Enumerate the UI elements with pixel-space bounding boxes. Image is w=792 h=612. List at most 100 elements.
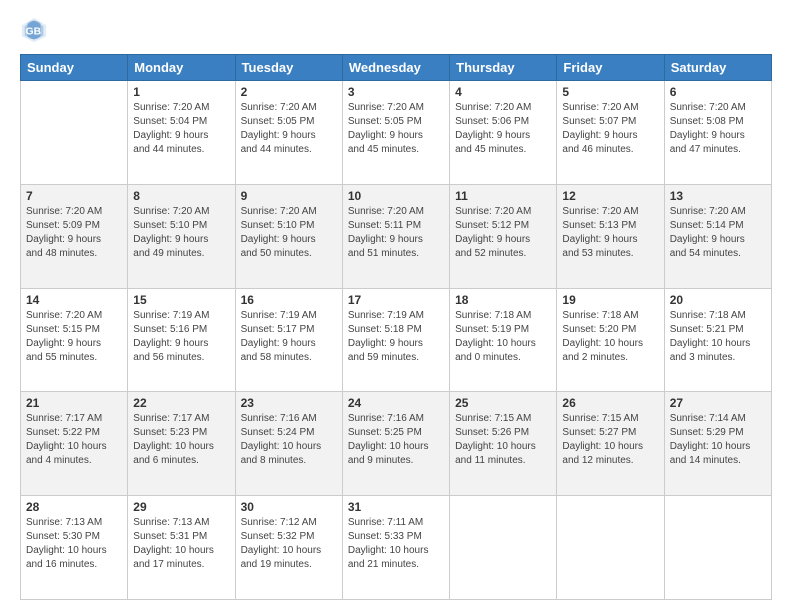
calendar-cell: 10 Sunrise: 7:20 AMSunset: 5:11 PMDayligh…: [342, 184, 449, 288]
calendar-cell: 2 Sunrise: 7:20 AMSunset: 5:05 PMDaylight…: [235, 81, 342, 185]
calendar-cell: 23 Sunrise: 7:16 AMSunset: 5:24 PMDayligh…: [235, 392, 342, 496]
day-number: 9: [241, 189, 337, 203]
day-number: 29: [133, 500, 229, 514]
day-info: Sunrise: 7:12 AMSunset: 5:32 PMDaylight:…: [241, 516, 337, 572]
week-row-3: 21 Sunrise: 7:17 AMSunset: 5:22 PMDayligh…: [21, 392, 772, 496]
calendar-cell: 29 Sunrise: 7:13 AMSunset: 5:31 PMDayligh…: [128, 496, 235, 600]
calendar-cell: 16 Sunrise: 7:19 AMSunset: 5:17 PMDayligh…: [235, 288, 342, 392]
calendar-cell: 20 Sunrise: 7:18 AMSunset: 5:21 PMDayligh…: [664, 288, 771, 392]
day-info: Sunrise: 7:20 AMSunset: 5:13 PMDaylight:…: [562, 205, 658, 261]
calendar-cell: 27 Sunrise: 7:14 AMSunset: 5:29 PMDayligh…: [664, 392, 771, 496]
calendar-header-row: SundayMondayTuesdayWednesdayThursdayFrid…: [21, 55, 772, 81]
col-header-monday: Monday: [128, 55, 235, 81]
day-info: Sunrise: 7:20 AMSunset: 5:09 PMDaylight:…: [26, 205, 122, 261]
day-info: Sunrise: 7:11 AMSunset: 5:33 PMDaylight:…: [348, 516, 444, 572]
day-info: Sunrise: 7:13 AMSunset: 5:30 PMDaylight:…: [26, 516, 122, 572]
calendar-cell: 4 Sunrise: 7:20 AMSunset: 5:06 PMDaylight…: [450, 81, 557, 185]
calendar-cell: 8 Sunrise: 7:20 AMSunset: 5:10 PMDaylight…: [128, 184, 235, 288]
calendar-cell: 21 Sunrise: 7:17 AMSunset: 5:22 PMDayligh…: [21, 392, 128, 496]
day-number: 21: [26, 396, 122, 410]
calendar-cell: 15 Sunrise: 7:19 AMSunset: 5:16 PMDayligh…: [128, 288, 235, 392]
day-number: 1: [133, 85, 229, 99]
calendar-cell: 30 Sunrise: 7:12 AMSunset: 5:32 PMDayligh…: [235, 496, 342, 600]
day-info: Sunrise: 7:20 AMSunset: 5:08 PMDaylight:…: [670, 101, 766, 157]
week-row-0: 1 Sunrise: 7:20 AMSunset: 5:04 PMDaylight…: [21, 81, 772, 185]
day-number: 16: [241, 293, 337, 307]
calendar-cell: [664, 496, 771, 600]
week-row-1: 7Sunrise: 7:20 AMSunset: 5:09 PMDaylight…: [21, 184, 772, 288]
logo: GB: [20, 16, 52, 44]
calendar-cell: [557, 496, 664, 600]
day-info: Sunrise: 7:16 AMSunset: 5:25 PMDaylight:…: [348, 412, 444, 468]
day-info: Sunrise: 7:13 AMSunset: 5:31 PMDaylight:…: [133, 516, 229, 572]
calendar-cell: 31 Sunrise: 7:11 AMSunset: 5:33 PMDayligh…: [342, 496, 449, 600]
day-number: 17: [348, 293, 444, 307]
day-info: Sunrise: 7:20 AMSunset: 5:04 PMDaylight:…: [133, 101, 229, 157]
calendar-cell: 1 Sunrise: 7:20 AMSunset: 5:04 PMDaylight…: [128, 81, 235, 185]
day-info: Sunrise: 7:19 AMSunset: 5:17 PMDaylight:…: [241, 309, 337, 365]
day-info: Sunrise: 7:20 AMSunset: 5:05 PMDaylight:…: [241, 101, 337, 157]
day-number: 8: [133, 189, 229, 203]
day-number: 11: [455, 189, 551, 203]
day-number: 2: [241, 85, 337, 99]
calendar-cell: 6Sunrise: 7:20 AMSunset: 5:08 PMDaylight…: [664, 81, 771, 185]
day-number: 25: [455, 396, 551, 410]
day-info: Sunrise: 7:19 AMSunset: 5:16 PMDaylight:…: [133, 309, 229, 365]
col-header-thursday: Thursday: [450, 55, 557, 81]
day-info: Sunrise: 7:20 AMSunset: 5:10 PMDaylight:…: [241, 205, 337, 261]
day-number: 18: [455, 293, 551, 307]
day-info: Sunrise: 7:15 AMSunset: 5:27 PMDaylight:…: [562, 412, 658, 468]
col-header-tuesday: Tuesday: [235, 55, 342, 81]
calendar-cell: 26 Sunrise: 7:15 AMSunset: 5:27 PMDayligh…: [557, 392, 664, 496]
day-number: 24: [348, 396, 444, 410]
day-info: Sunrise: 7:20 AMSunset: 5:12 PMDaylight:…: [455, 205, 551, 261]
week-row-2: 14 Sunrise: 7:20 AMSunset: 5:15 PMDayligh…: [21, 288, 772, 392]
day-info: Sunrise: 7:20 AMSunset: 5:14 PMDaylight:…: [670, 205, 766, 261]
day-number: 3: [348, 85, 444, 99]
day-info: Sunrise: 7:16 AMSunset: 5:24 PMDaylight:…: [241, 412, 337, 468]
header: GB: [20, 16, 772, 44]
day-info: Sunrise: 7:20 AMSunset: 5:10 PMDaylight:…: [133, 205, 229, 261]
day-info: Sunrise: 7:20 AMSunset: 5:07 PMDaylight:…: [562, 101, 658, 157]
day-number: 4: [455, 85, 551, 99]
day-number: 13: [670, 189, 766, 203]
day-number: 31: [348, 500, 444, 514]
col-header-sunday: Sunday: [21, 55, 128, 81]
day-info: Sunrise: 7:20 AMSunset: 5:06 PMDaylight:…: [455, 101, 551, 157]
day-number: 20: [670, 293, 766, 307]
day-info: Sunrise: 7:18 AMSunset: 5:20 PMDaylight:…: [562, 309, 658, 365]
svg-text:GB: GB: [26, 27, 41, 38]
calendar-cell: 19Sunrise: 7:18 AMSunset: 5:20 PMDayligh…: [557, 288, 664, 392]
day-info: Sunrise: 7:14 AMSunset: 5:29 PMDaylight:…: [670, 412, 766, 468]
calendar-cell: 24 Sunrise: 7:16 AMSunset: 5:25 PMDayligh…: [342, 392, 449, 496]
calendar-cell: [21, 81, 128, 185]
calendar-cell: [450, 496, 557, 600]
day-number: 15: [133, 293, 229, 307]
day-info: Sunrise: 7:20 AMSunset: 5:11 PMDaylight:…: [348, 205, 444, 261]
calendar-cell: 17 Sunrise: 7:19 AMSunset: 5:18 PMDayligh…: [342, 288, 449, 392]
day-info: Sunrise: 7:18 AMSunset: 5:19 PMDaylight:…: [455, 309, 551, 365]
calendar-cell: 11 Sunrise: 7:20 AMSunset: 5:12 PMDayligh…: [450, 184, 557, 288]
calendar-cell: 13 Sunrise: 7:20 AMSunset: 5:14 PMDayligh…: [664, 184, 771, 288]
page: GB SundayMondayTuesdayWednesdayThursdayF…: [0, 0, 792, 612]
col-header-wednesday: Wednesday: [342, 55, 449, 81]
calendar-table: SundayMondayTuesdayWednesdayThursdayFrid…: [20, 54, 772, 600]
day-number: 10: [348, 189, 444, 203]
day-number: 23: [241, 396, 337, 410]
calendar-cell: 12 Sunrise: 7:20 AMSunset: 5:13 PMDayligh…: [557, 184, 664, 288]
day-info: Sunrise: 7:20 AMSunset: 5:05 PMDaylight:…: [348, 101, 444, 157]
day-number: 30: [241, 500, 337, 514]
day-info: Sunrise: 7:17 AMSunset: 5:22 PMDaylight:…: [26, 412, 122, 468]
calendar-cell: 28Sunrise: 7:13 AMSunset: 5:30 PMDayligh…: [21, 496, 128, 600]
day-info: Sunrise: 7:20 AMSunset: 5:15 PMDaylight:…: [26, 309, 122, 365]
calendar-cell: 25Sunrise: 7:15 AMSunset: 5:26 PMDayligh…: [450, 392, 557, 496]
day-number: 26: [562, 396, 658, 410]
day-number: 27: [670, 396, 766, 410]
day-info: Sunrise: 7:19 AMSunset: 5:18 PMDaylight:…: [348, 309, 444, 365]
calendar-cell: 5Sunrise: 7:20 AMSunset: 5:07 PMDaylight…: [557, 81, 664, 185]
day-number: 12: [562, 189, 658, 203]
day-info: Sunrise: 7:17 AMSunset: 5:23 PMDaylight:…: [133, 412, 229, 468]
day-info: Sunrise: 7:18 AMSunset: 5:21 PMDaylight:…: [670, 309, 766, 365]
day-number: 14: [26, 293, 122, 307]
week-row-4: 28Sunrise: 7:13 AMSunset: 5:30 PMDayligh…: [21, 496, 772, 600]
